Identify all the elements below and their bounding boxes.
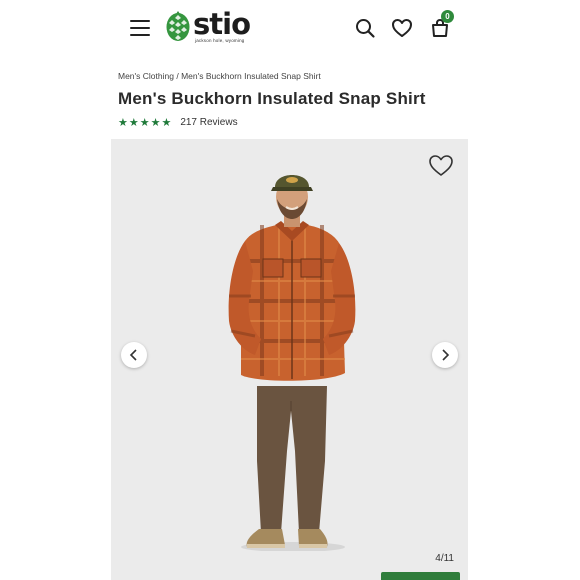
site-header: stio jackson hole, wyoming 0 [111,0,468,58]
product-rating[interactable]: ★★★★★ 217 Reviews [118,115,238,129]
next-image-button[interactable] [432,342,458,368]
logo-wordmark: stio [193,7,251,41]
breadcrumb-mens-clothing[interactable]: Men's Clothing [118,71,174,81]
add-to-cart-button-partial[interactable] [381,572,460,580]
reviews-link[interactable]: 217 Reviews [180,117,237,128]
product-photo-model [228,175,356,551]
breadcrumb: Men's Clothing / Men's Buckhorn Insulate… [118,71,321,81]
stio-logo[interactable]: stio jackson hole, wyoming [165,7,260,46]
breadcrumb-separator: / [176,71,179,81]
search-icon[interactable] [354,17,376,39]
product-image-gallery[interactable]: 4/11 [111,139,468,580]
hamburger-menu-icon[interactable] [130,20,150,36]
cart-count-badge: 0 [441,10,454,23]
product-title: Men's Buckhorn Insulated Snap Shirt [118,89,426,108]
prev-image-button[interactable] [121,342,147,368]
rating-stars: ★★★★★ [118,116,173,129]
product-page: stio jackson hole, wyoming 0 Men's Cloth… [111,0,468,580]
chevron-left-icon [129,349,137,361]
logo-tagline: jackson hole, wyoming [195,38,245,43]
heart-outline-icon[interactable] [428,153,454,177]
pinecone-logo-icon [166,11,190,41]
heart-icon[interactable] [391,17,413,39]
image-counter: 4/11 [435,553,454,564]
breadcrumb-current-product[interactable]: Men's Buckhorn Insulated Snap Shirt [181,71,321,81]
chevron-right-icon [442,349,450,361]
